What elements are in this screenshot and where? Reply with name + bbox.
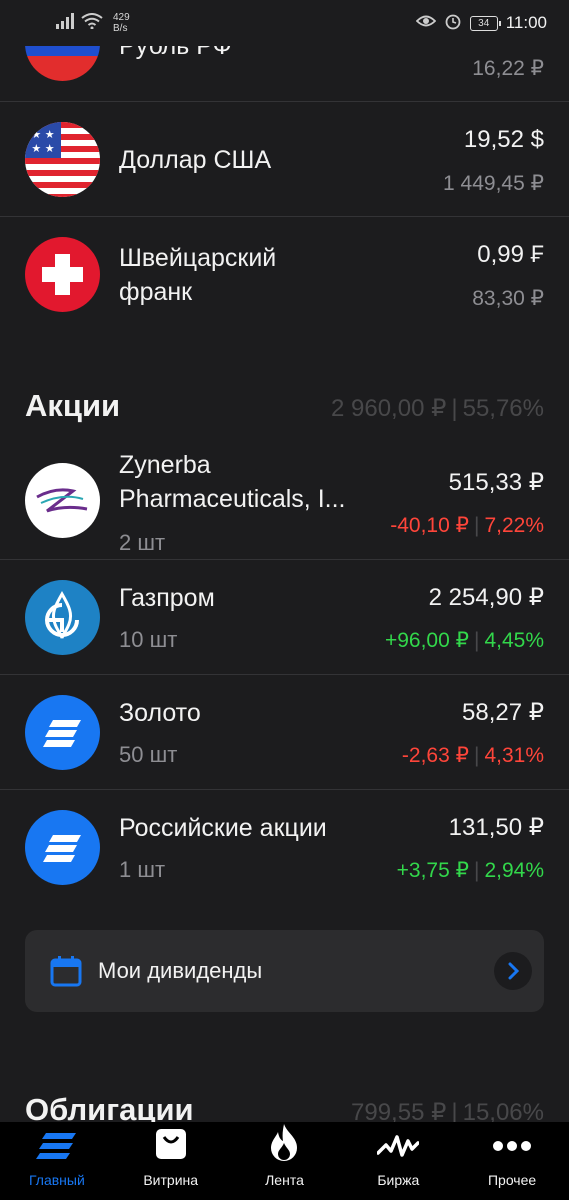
bonds-section-summary: 799,55 ₽ | 15,06% (351, 1099, 544, 1122)
tab-exchange[interactable]: Биржа (341, 1122, 455, 1200)
tab-label: Биржа (377, 1172, 420, 1188)
stock-change: -2,63 ₽ | 4,31% (401, 744, 544, 767)
tab-main[interactable]: Главный (0, 1122, 114, 1200)
bottom-tab-bar: Главный Витрина Лента Биржа Прочее (0, 1122, 569, 1200)
stock-qty: 10 шт (119, 627, 178, 652)
flame-icon (269, 1123, 299, 1166)
shopping-bag-icon (154, 1127, 188, 1166)
stock-row-gold[interactable]: Золото 50 шт 58,27 ₽ -2,63 ₽ | 4,31% (0, 675, 569, 790)
chevron-right-icon[interactable] (494, 952, 532, 990)
home-stripes-icon (35, 1131, 78, 1166)
stock-name-line2: Pharmaceuticals, I... (119, 485, 346, 513)
svg-text:★ ★: ★ ★ (31, 142, 54, 155)
currency-value: 16,22 ₽ (472, 57, 544, 80)
pulse-chart-icon (376, 1131, 421, 1166)
tab-label: Лента (265, 1172, 304, 1188)
my-dividends-card[interactable]: Мои дивиденды (25, 930, 544, 1012)
stock-qty: 1 шт (119, 857, 166, 882)
stock-price: 131,50 ₽ (448, 814, 544, 841)
switzerland-flag-icon (25, 237, 100, 312)
stock-row-zynerba[interactable]: Zynerba Pharmaceuticals, I... 2 шт 515,3… (0, 445, 569, 559)
portfolio-scroll[interactable]: Рубль РФ 16,22 ₽ ★ ★ ★ ★ Доллар США 19,5… (0, 0, 569, 1122)
usa-flag-icon: ★ ★ ★ ★ (25, 122, 100, 197)
stock-change: +3,75 ₽ | 2,94% (396, 859, 544, 882)
status-bar: 429 B/s 34 11:00 (0, 0, 569, 46)
stocks-section-title: Акции (25, 388, 121, 423)
svg-text:★ ★: ★ ★ (31, 128, 54, 141)
network-speed: 429 B/s (113, 12, 130, 34)
stock-qty: 2 шт (119, 530, 166, 555)
battery-icon: 34 (469, 15, 501, 31)
stock-name: Золото (119, 699, 201, 727)
calendar-icon (49, 954, 83, 993)
stock-change: +96,00 ₽ | 4,45% (384, 629, 544, 652)
signal-icon (55, 12, 75, 34)
currency-name-line2: франк (119, 278, 193, 306)
currency-value: 0,99 ₣ (477, 241, 544, 268)
fund-stripes-icon (25, 695, 100, 770)
stock-price: 58,27 ₽ (462, 699, 544, 726)
tab-label: Главный (28, 1172, 85, 1188)
tab-feed[interactable]: Лента (228, 1122, 342, 1200)
currency-name: Доллар США (119, 146, 272, 174)
tab-showcase[interactable]: Витрина (114, 1122, 228, 1200)
currency-value-rub: 83,30 ₽ (472, 287, 544, 310)
stock-name: Российские акции (119, 814, 327, 842)
currency-name-line1: Швейцарский (119, 244, 277, 272)
currency-value: 19,52 $ (463, 126, 544, 153)
tab-label: Витрина (143, 1172, 199, 1188)
stock-name: Газпром (119, 584, 215, 612)
stock-change: -40,10 ₽ | 7,22% (390, 514, 544, 537)
gazprom-logo (25, 580, 100, 655)
alarm-icon (444, 12, 462, 35)
stock-qty: 50 шт (119, 742, 178, 767)
fund-stripes-icon (25, 810, 100, 885)
tab-more[interactable]: Прочее (455, 1122, 569, 1200)
eye-icon (415, 14, 436, 33)
stocks-section-summary: 2 960,00 ₽ | 55,76% (331, 395, 544, 422)
stock-name-line1: Zynerba (119, 451, 211, 479)
stock-price: 515,33 ₽ (448, 469, 544, 496)
stock-row-gazprom[interactable]: Газпром 10 шт 2 254,90 ₽ +96,00 ₽ | 4,45% (0, 560, 569, 675)
stock-price: 2 254,90 ₽ (428, 584, 544, 611)
tab-label: Прочее (487, 1172, 537, 1188)
more-dots-icon (491, 1131, 533, 1166)
my-dividends-label: Мои дивиденды (98, 958, 263, 983)
bonds-section-title: Облигации (25, 1092, 194, 1122)
stock-row-russian-stocks[interactable]: Российские акции 1 шт 131,50 ₽ +3,75 ₽ | 2… (0, 790, 569, 905)
zynerba-logo (25, 463, 100, 538)
wifi-icon (81, 12, 103, 34)
currency-value-rub: 1 449,45 ₽ (443, 172, 544, 195)
currency-row-usd[interactable]: ★ ★ ★ ★ Доллар США 19,52 $ 1 449,45 ₽ (0, 102, 569, 217)
currency-row-chf[interactable]: Швейцарский франк 0,99 ₣ 83,30 ₽ (0, 217, 569, 332)
clock: 11:00 (505, 13, 547, 32)
